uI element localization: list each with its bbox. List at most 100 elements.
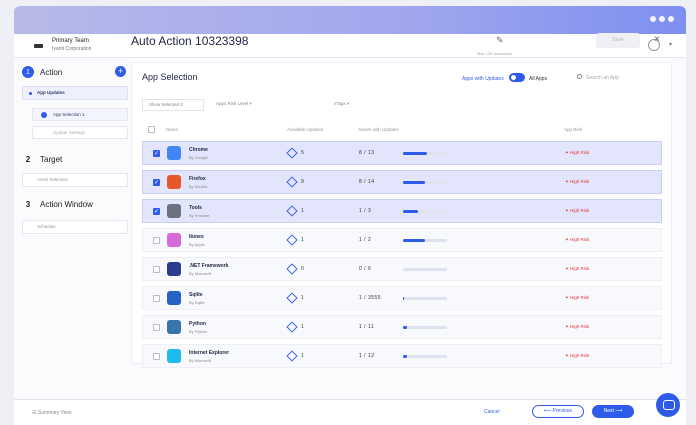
risk-badge: ✦ High Risk: [565, 353, 590, 358]
assets-progress-bar: [403, 210, 447, 213]
app-name[interactable]: Firefox: [189, 176, 206, 182]
app-name[interactable]: Sqlite: [189, 292, 203, 298]
bullet-icon: [29, 92, 32, 95]
risk-level-dropdown[interactable]: Apps Risk Level: [210, 99, 322, 111]
show-selected-button[interactable]: Show Selected 3: [142, 99, 204, 111]
table-row[interactable]: Python By Python 1 1 / 11 ✦ High Risk: [142, 315, 662, 339]
table-row[interactable]: Itunes By Apple 1 1 / 2 ✦ High Risk: [142, 228, 662, 252]
app-name[interactable]: Python: [189, 321, 206, 327]
chat-bubble-icon[interactable]: [656, 393, 680, 417]
sidebar-item-app-updates[interactable]: App Updates: [22, 86, 128, 100]
available-updates: 1: [301, 237, 304, 243]
assets-progress-bar: [403, 181, 447, 184]
close-icon[interactable]: ×: [654, 34, 660, 45]
assets-count: 1 / 3: [359, 208, 372, 214]
save-button[interactable]: Save: [596, 33, 640, 48]
previous-button[interactable]: ⟵ Previous: [532, 405, 584, 418]
row-checkbox[interactable]: [153, 324, 160, 331]
update-diamond-icon: [286, 321, 298, 333]
app-vendor: By Microsoft: [189, 358, 212, 363]
assets-count: 1 / 12: [359, 353, 375, 359]
assets-progress-bar: [403, 239, 447, 242]
table-row[interactable]: Sqlite By Sqlite 1 1 / 3555 ✦ High Risk: [142, 286, 662, 310]
row-checkbox[interactable]: ✓: [153, 179, 160, 186]
table-row[interactable]: .NET Framework By Microsoft 0 0 / 6 ✦ High R…: [142, 257, 662, 281]
column-updates[interactable]: Available Updates: [287, 127, 323, 132]
column-risk[interactable]: App Risk: [564, 127, 582, 132]
team-name[interactable]: Primary Team: [52, 38, 89, 44]
team-icon: [34, 44, 43, 48]
summary-view-button[interactable]: ☰ Summary View: [32, 410, 71, 416]
window-dots: [650, 16, 674, 22]
app-vendor: By Apple: [189, 242, 205, 247]
sidebar-item-update-settings[interactable]: Update Settings: [32, 126, 128, 139]
app-vendor: By Google: [189, 155, 208, 160]
cancel-button[interactable]: Cancel: [484, 409, 500, 415]
available-updates: 1: [301, 324, 304, 330]
update-diamond-icon: [286, 205, 298, 217]
filter-bar: Show Selected 3 Apps Risk Level vTags: [142, 99, 446, 111]
app-logo-icon: [167, 291, 181, 305]
risk-badge: ✦ High Risk: [565, 266, 590, 271]
assets-progress-bar: [403, 355, 447, 358]
step-number: 2: [25, 155, 31, 164]
sidebar-item-app-selection[interactable]: App Selection 1: [32, 108, 128, 121]
step-action-window[interactable]: 3 Action Window: [22, 200, 93, 209]
update-diamond-icon: [286, 234, 298, 246]
assets-count: 1 / 2: [359, 237, 372, 243]
next-button[interactable]: Next ⟶: [592, 405, 634, 418]
app-name[interactable]: Itunes: [189, 234, 204, 240]
assets-count: 1 / 11: [359, 324, 375, 330]
assets-count: 8 / 14: [359, 179, 375, 185]
step-target[interactable]: 2 Target: [22, 155, 62, 164]
risk-badge: ✦ High Risk: [565, 324, 590, 329]
available-updates: 0: [301, 266, 304, 272]
window-frame: Primary Team Ivanti Corporation ▾ 1 Acti…: [0, 0, 696, 425]
step-action[interactable]: 1 Action: [22, 66, 62, 78]
apps-with-updates-toggle[interactable]: [509, 73, 525, 82]
assets-count: 8 / 13: [359, 150, 375, 156]
available-updates: 1: [301, 353, 304, 359]
row-checkbox[interactable]: ✓: [153, 150, 160, 157]
step-label: Target: [40, 155, 63, 164]
table-header: Name Available Updates Assets with Updat…: [142, 125, 662, 135]
row-checkbox[interactable]: ✓: [153, 208, 160, 215]
column-assets[interactable]: Assets with Updates: [358, 127, 399, 132]
sidebar-item-schedule[interactable]: Schedule: [22, 220, 128, 234]
sidebar-item-asset-selection[interactable]: Asset Selection: [22, 173, 128, 187]
step-number-badge: 1: [22, 66, 34, 78]
table-row[interactable]: ✓ Tools By Vmware 1 1 / 3 ✦ High Risk: [142, 199, 662, 223]
add-action-button[interactable]: +: [115, 66, 126, 77]
row-checkbox[interactable]: [153, 266, 160, 273]
table-row[interactable]: ✓ Firefox By Mozilla 9 8 / 14 ✦ High Risk: [142, 170, 662, 194]
row-checkbox[interactable]: [153, 237, 160, 244]
panel-title: App Selection: [142, 72, 198, 82]
row-checkbox[interactable]: [153, 353, 160, 360]
tags-dropdown[interactable]: vTags: [328, 99, 446, 111]
select-all-checkbox[interactable]: [148, 126, 155, 133]
chevron-down-icon[interactable]: ▾: [669, 41, 672, 48]
risk-badge: ✦ High Risk: [565, 179, 590, 184]
app-header: Primary Team Ivanti Corporation ▾: [14, 34, 686, 58]
wizard-footer: ☰ Summary View Cancel ⟵ Previous Next ⟶: [14, 399, 686, 425]
app-name[interactable]: .NET Framework: [189, 263, 228, 269]
app-vendor: By Vmware: [189, 213, 210, 218]
step-number: 3: [25, 200, 31, 209]
assets-count: 1 / 3555: [359, 295, 382, 301]
page-title[interactable]: Auto Action 10323398: [131, 34, 248, 48]
app-name[interactable]: Internet Explorer: [189, 350, 229, 356]
char-limit-note: Max 128 characters: [477, 51, 513, 56]
table-row[interactable]: Internet Explorer By Microsoft 1 1 / 12 ✦ Hi…: [142, 344, 662, 368]
app-name[interactable]: Tools: [189, 205, 202, 211]
search-input[interactable]: Search an App: [577, 72, 667, 84]
pencil-icon[interactable]: ✎: [496, 35, 504, 46]
all-apps-label: All Apps: [529, 76, 548, 82]
app-name[interactable]: Chrome: [189, 147, 208, 153]
toggle-label: Apps with Updates: [462, 76, 504, 82]
column-name[interactable]: Name: [166, 127, 178, 132]
risk-badge: ✦ High Risk: [565, 295, 590, 300]
row-checkbox[interactable]: [153, 295, 160, 302]
sidebar-item-label: Asset Selection: [37, 177, 69, 182]
table-row[interactable]: ✓ Chrome By Google 5 8 / 13 ✦ High Risk: [142, 141, 662, 165]
assets-progress-bar: [403, 152, 447, 155]
